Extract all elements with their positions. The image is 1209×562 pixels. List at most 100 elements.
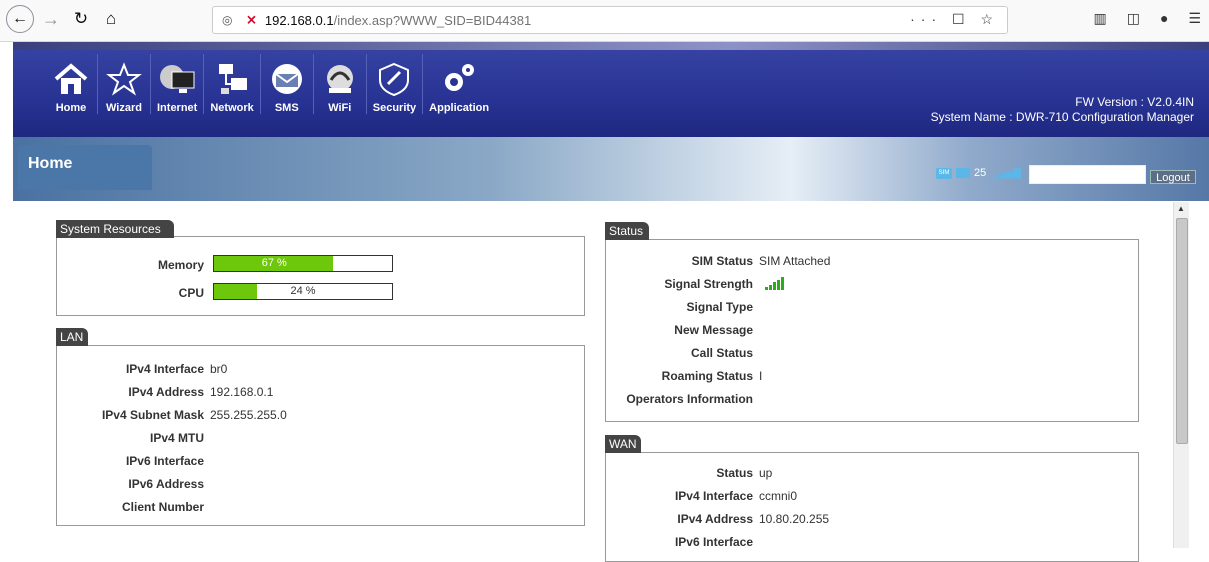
system-name: System Name : DWR-710 Configuration Mana… [930,110,1194,124]
signal-bar [781,277,784,290]
insecure-lock-icon[interactable]: ⨯ [246,12,257,28]
scroll-up-icon[interactable]: ▲ [1177,204,1185,213]
menu-item-home[interactable]: Home [45,54,98,114]
system-resources-panel [56,236,585,316]
url-path: /index.asp?WWW_SID=BID44381 [333,12,532,28]
back-icon[interactable]: ← [6,5,34,33]
status-row-label: Roaming Status [661,369,753,383]
url-host: 192.168.0.1 [264,12,334,28]
lan-row: IPv6 Address [56,477,210,491]
wan-title: WAN [605,435,641,453]
wan-row-value: up [759,466,773,480]
status-row: SIM Status SIM Attached [605,254,831,268]
lan-row-label: IPv4 Subnet Mask [101,408,204,422]
message-icon [956,168,970,178]
scrollbar-thumb[interactable] [1176,218,1188,444]
lan-row: Client Number [56,500,210,514]
wan-row-label: Status [716,466,753,480]
lan-row: IPv4 MTU [56,431,210,445]
wan-row: Status up [605,466,772,480]
lan-row-value: br0 [210,362,228,376]
lan-row-label: IPv4 MTU [149,431,204,445]
library-icon[interactable]: ▥ [1094,10,1107,27]
memory-value: 67 % [261,257,287,269]
lan-row-label: Client Number [121,500,204,514]
status-row: Signal Type [605,300,759,314]
lan-row-label: IPv6 Interface [125,454,204,468]
menu-item-label: SMS [274,102,299,114]
wan-row-value: ccmni0 [759,489,798,503]
cpu-value: 24 % [290,285,316,297]
status-row: Signal Strength [605,277,784,291]
status-row: Call Status [605,346,759,360]
lan-row: IPv4 Interface br0 [56,362,227,376]
wifi-icon [320,61,360,97]
menu-item-internet[interactable]: Internet [151,54,205,114]
lan-row-value: 255.255.255.0 [210,408,287,422]
status-row: New Message [605,323,759,337]
menu-item-label: Internet [157,102,198,114]
url-bar[interactable]: ◎ ⨯ 192.168.0.1/index.asp?WWW_SID=BID443… [212,6,1008,34]
memory-row: Memory [56,258,204,272]
memory-label: Memory [157,258,204,272]
internet-icon [157,61,197,97]
menu-item-security[interactable]: Security [367,54,424,114]
cpu-label: CPU [178,286,204,300]
menu-item-wizard[interactable]: Wizard [98,54,151,114]
hamburger-menu-icon[interactable]: ☰ [1188,10,1201,27]
logout-button[interactable]: Logout [1150,170,1196,184]
lan-row: IPv4 Address 192.168.0.1 [56,385,273,399]
reload-icon[interactable]: ↻ [70,6,92,32]
memory-bar: 67 % [213,255,393,272]
menu-item-network[interactable]: Network [204,54,261,114]
menu-item-wifi[interactable]: WiFi [314,54,367,114]
sidebar-icon[interactable]: ◫ [1127,10,1140,27]
status-row: Operators Information [605,392,759,406]
signal-bar [777,279,780,290]
status-row-label: Signal Strength [664,277,753,291]
home-icon [51,61,91,97]
browser-toolbar: ← → ↻ ⌂ ◎ ⨯ 192.168.0.1/index.asp?WWW_SI… [0,0,1209,42]
wan-row: IPv4 Interface ccmni0 [605,489,797,503]
menu-item-label: Security [372,102,417,114]
cpu-bar: 24 % [213,283,393,300]
scrollbar[interactable]: ▲ [1173,202,1189,548]
lan-row-label: IPv6 Address [128,477,204,491]
signal-bar [765,287,768,290]
firmware-info: FW Version : V2.0.4IN System Name : DWR-… [931,95,1194,125]
sms-icon [267,61,307,97]
signal-icon: ▁▃▅▇ [990,167,1022,179]
signal-bar [773,282,776,290]
security-icon [374,61,414,97]
account-icon[interactable]: ● [1160,10,1168,27]
content-area: System Resources Memory 67 % CPU 24 % LA… [37,202,1209,562]
wan-row-label: IPv6 Interface [674,535,753,549]
browser-home-icon[interactable]: ⌂ [100,6,122,32]
menu-item-sms[interactable]: SMS [261,54,314,114]
lan-row-label: IPv4 Address [128,385,204,399]
status-row-label: New Message [674,323,753,337]
page-actions[interactable]: ··· ☐ ☆ [910,11,999,28]
tracking-shield-icon[interactable]: ◎ [222,13,236,27]
application-icon [439,61,479,97]
menu-item-label: Network [210,102,254,114]
app-header: Home Wizard Internet Network SMS WiFi Security… [13,42,1209,137]
wan-row-label: IPv4 Interface [674,489,753,503]
forward-icon[interactable]: → [40,6,62,32]
status-row-value: I [759,369,763,383]
menu-item-label: Wizard [106,102,142,114]
cpu-row: CPU [56,286,204,300]
status-row-label: Operators Information [626,392,753,406]
wan-row-value: 10.80.20.255 [759,512,830,526]
menu-item-application[interactable]: Application [423,54,495,114]
menu-item-label: Application [429,102,490,114]
lan-row: IPv4 Subnet Mask 255.255.255.0 [56,408,287,422]
message-count: 25 [974,167,987,179]
wan-row: IPv6 Interface [605,535,759,549]
signal-bar [769,284,772,290]
network-icon [212,61,252,97]
wan-row: IPv4 Address 10.80.20.255 [605,512,829,526]
status-row-label: Signal Type [686,300,753,314]
menu-item-label: Home [55,102,87,114]
browser-right-tools: ▥ ◫ ● ☰ [1094,10,1202,27]
